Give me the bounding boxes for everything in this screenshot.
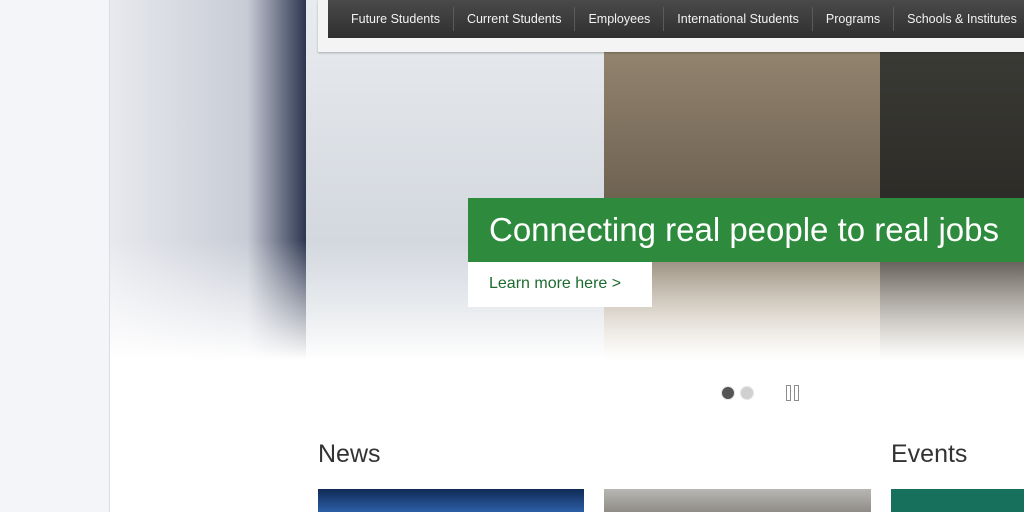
hero-photo-welder [880, 0, 1024, 360]
hero-photo-student-glasses [110, 0, 306, 360]
news-card-image[interactable] [318, 489, 584, 512]
event-card-image[interactable] [891, 489, 1024, 512]
hero-carousel: Future Students Current Students Employe… [110, 0, 1024, 420]
news-card-image[interactable] [604, 489, 871, 512]
hero-headline: Connecting real people to real jobs [468, 198, 1024, 262]
pause-icon[interactable] [786, 385, 800, 401]
nav-item-international-students[interactable]: International Students [664, 7, 813, 31]
news-heading: News [318, 440, 381, 468]
page-content: Future Students Current Students Employe… [109, 0, 1024, 512]
nav-bar: Future Students Current Students Employe… [328, 0, 1024, 38]
carousel-dot-1[interactable] [721, 386, 735, 400]
carousel-pagination [721, 386, 754, 400]
nav-item-employees[interactable]: Employees [575, 7, 665, 31]
nav-item-schools-institutes[interactable]: Schools & Institutes [894, 7, 1024, 31]
carousel-dot-2[interactable] [740, 386, 754, 400]
main-navigation: Future Students Current Students Employe… [318, 0, 1024, 52]
nav-item-programs[interactable]: Programs [813, 7, 895, 31]
events-heading: Events [891, 440, 968, 468]
nav-item-future-students[interactable]: Future Students [328, 7, 454, 31]
nav-item-current-students[interactable]: Current Students [454, 7, 576, 31]
learn-more-link[interactable]: Learn more here > [468, 262, 652, 307]
